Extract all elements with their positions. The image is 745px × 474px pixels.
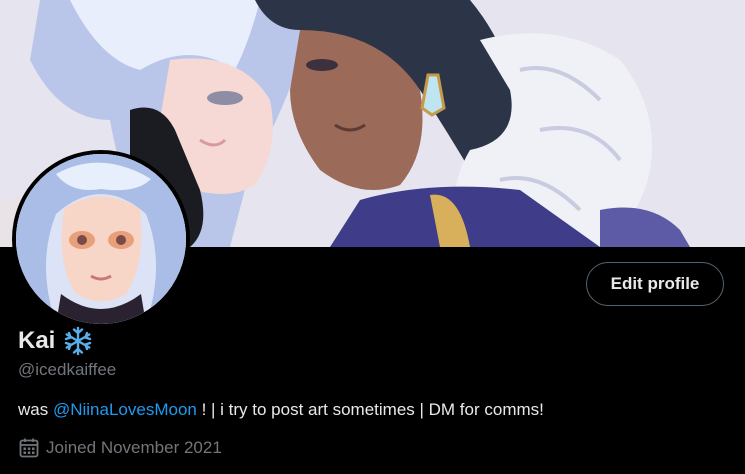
- profile-handle: @icedkaiffee: [18, 360, 117, 379]
- profile-avatar[interactable]: [12, 150, 190, 328]
- bio-mention-link[interactable]: @NiinaLovesMoon: [53, 400, 197, 419]
- joined-date: Joined November 2021: [18, 437, 222, 459]
- profile-name-row: Kai: [18, 326, 93, 356]
- profile-bio: was @NiinaLovesMoon ! | i try to post ar…: [18, 399, 544, 421]
- edit-profile-button[interactable]: Edit profile: [586, 262, 724, 306]
- avatar-image: [16, 154, 186, 324]
- calendar-icon: [18, 437, 40, 459]
- snowflake-icon: [63, 326, 93, 356]
- display-name: Kai: [18, 327, 56, 354]
- bio-text-prefix: was: [18, 400, 53, 419]
- joined-text: Joined November 2021: [46, 438, 222, 457]
- bio-text-suffix: ! | i try to post art sometimes | DM for…: [196, 400, 544, 419]
